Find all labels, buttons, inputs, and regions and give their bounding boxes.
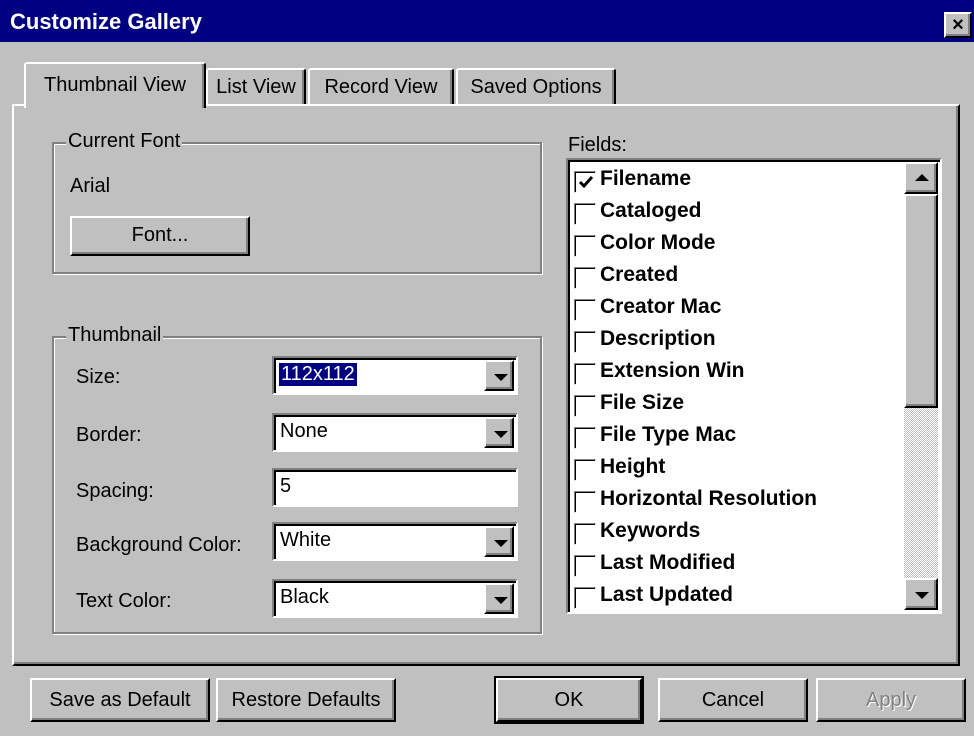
tab-label: Thumbnail View (44, 74, 186, 96)
text-color-value: Black (280, 586, 329, 608)
spacing-input[interactable]: 5 (272, 468, 518, 507)
field-label: Created (600, 263, 679, 286)
tab-label: Record View (324, 76, 438, 98)
tab-label: Saved Options (470, 76, 602, 98)
field-label: Cataloged (600, 199, 702, 222)
size-dropdown-button[interactable] (484, 360, 514, 391)
cancel-button-label: Cancel (701, 689, 765, 711)
ok-button-label: OK (554, 689, 584, 711)
restore-defaults-label: Restore Defaults (231, 689, 381, 711)
field-checkbox[interactable] (574, 395, 596, 417)
chevron-up-icon (915, 174, 929, 181)
field-checkbox[interactable] (574, 491, 596, 513)
current-font-group-label: Current Font (66, 130, 183, 153)
field-label: Description (600, 327, 716, 350)
window-title: Customize Gallery (10, 9, 202, 34)
background-color-dropdown-button[interactable] (484, 526, 514, 557)
chevron-down-icon (494, 374, 508, 381)
chevron-down-icon (494, 597, 508, 604)
field-checkbox[interactable] (574, 171, 596, 193)
border-select[interactable]: None (272, 413, 518, 452)
tab-record-view[interactable]: Record View (308, 68, 454, 106)
restore-defaults-button[interactable]: Restore Defaults (216, 678, 396, 722)
field-label: Last Updated (600, 583, 734, 606)
close-button[interactable]: × (944, 12, 972, 38)
field-checkbox[interactable] (574, 523, 596, 545)
field-label: Creator Mac (600, 295, 722, 318)
title-bar[interactable]: Customize Gallery × (0, 0, 974, 42)
tab-saved-options[interactable]: Saved Options (456, 68, 616, 106)
scroll-thumb[interactable] (904, 194, 938, 408)
ok-button[interactable]: OK (494, 676, 644, 724)
field-checkbox[interactable] (574, 587, 596, 609)
border-dropdown-button[interactable] (484, 417, 514, 448)
field-checkbox[interactable] (574, 427, 596, 449)
background-color-select[interactable]: White (272, 522, 518, 561)
field-label: File Type Mac (600, 423, 737, 446)
thumbnail-group-label: Thumbnail (66, 324, 164, 347)
scroll-down-button[interactable] (904, 578, 938, 610)
size-label: Size: (76, 366, 121, 388)
field-label: Extension Win (600, 359, 745, 382)
cancel-button[interactable]: Cancel (658, 678, 808, 722)
fields-scrollbar[interactable] (904, 162, 938, 610)
save-as-default-button[interactable]: Save as Default (30, 678, 210, 722)
field-label: File Size (600, 391, 685, 414)
field-label: Keywords (600, 519, 701, 542)
apply-button[interactable]: Apply (816, 678, 966, 722)
text-color-dropdown-button[interactable] (484, 583, 514, 614)
checkmark-icon (578, 176, 594, 189)
field-label: Last Modified (600, 551, 736, 574)
chevron-down-icon (494, 540, 508, 547)
spacing-input-value: 5 (280, 475, 292, 497)
fields-label: Fields: (568, 134, 627, 156)
font-button[interactable]: Font... (70, 216, 250, 256)
chevron-down-icon (915, 592, 929, 599)
tab-list-view[interactable]: List View (206, 68, 306, 106)
tab-label: List View (216, 76, 296, 98)
text-color-label: Text Color: (76, 590, 172, 612)
field-label: Horizontal Resolution (600, 487, 817, 510)
spacing-label: Spacing: (76, 480, 154, 502)
font-button-label: Font... (131, 224, 189, 246)
field-checkbox[interactable] (574, 459, 596, 481)
field-checkbox[interactable] (574, 203, 596, 225)
chevron-down-icon (494, 431, 508, 438)
size-select-value: 112x112 (279, 363, 357, 386)
scroll-up-button[interactable] (904, 162, 938, 194)
field-checkbox[interactable] (574, 235, 596, 257)
field-checkbox[interactable] (574, 267, 596, 289)
background-color-label: Background Color: (76, 534, 242, 556)
field-label: Filename (600, 167, 692, 190)
apply-button-label: Apply (865, 689, 917, 711)
ok-button-face: OK (496, 678, 642, 722)
current-font-name: Arial (70, 175, 111, 197)
field-label: Height (600, 455, 666, 478)
border-label: Border: (76, 424, 142, 446)
field-checkbox[interactable] (574, 331, 596, 353)
border-select-value: None (280, 420, 328, 442)
size-select[interactable]: 112x112 (272, 356, 518, 395)
save-as-default-label: Save as Default (49, 689, 191, 711)
fields-list-items: Filename Cataloged Color Mode Created Creato… (568, 160, 902, 612)
field-checkbox[interactable] (574, 555, 596, 577)
background-color-value: White (280, 529, 332, 551)
close-icon: × (952, 14, 964, 36)
text-color-select[interactable]: Black (272, 579, 518, 618)
field-label: Color Mode (600, 231, 716, 254)
tab-thumbnail-view[interactable]: Thumbnail View (24, 62, 206, 108)
field-checkbox[interactable] (574, 363, 596, 385)
fields-list[interactable]: Filename Cataloged Color Mode Created Creato… (566, 158, 942, 614)
field-checkbox[interactable] (574, 299, 596, 321)
